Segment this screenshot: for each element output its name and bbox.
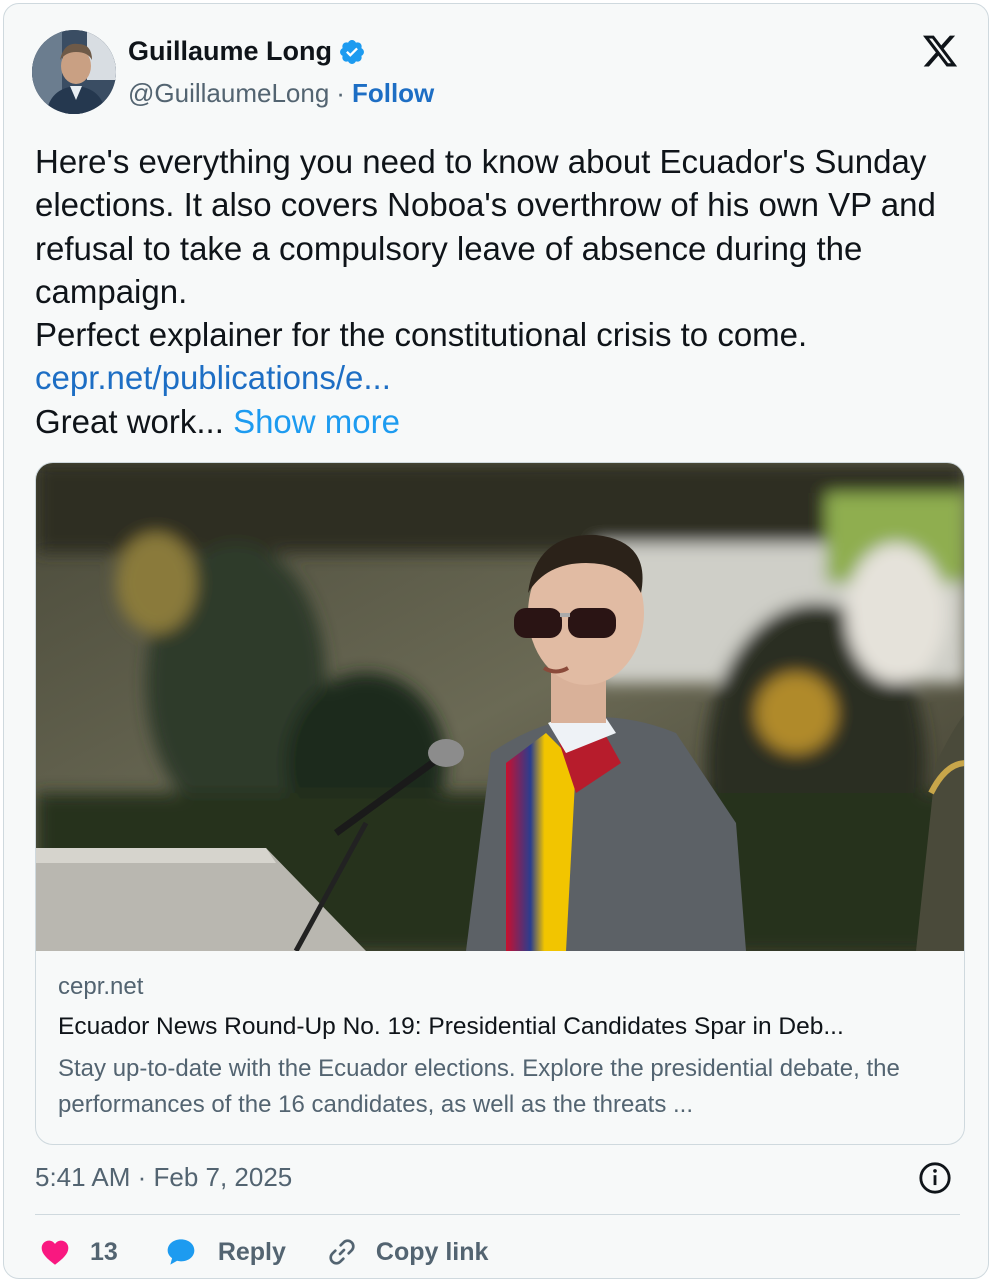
tweet-timestamp[interactable]: 5:41 AM · Feb 7, 2025 bbox=[35, 1162, 292, 1193]
info-icon[interactable] bbox=[918, 1161, 952, 1195]
heart-icon bbox=[41, 1240, 69, 1265]
tweet-link[interactable]: cepr.net/publications/e... bbox=[35, 359, 391, 396]
tweet-actions: 13 Reply Copy link bbox=[38, 1230, 488, 1274]
tweet-header: Guillaume Long @GuillaumeLong · Follow bbox=[32, 30, 960, 120]
verified-badge-icon bbox=[340, 39, 364, 64]
tweet-embed-card: Guillaume Long @GuillaumeLong · Follow H… bbox=[3, 3, 989, 1279]
link-preview-card[interactable]: cepr.net Ecuador News Round-Up No. 19: P… bbox=[35, 462, 965, 1145]
tweet-body: Here's everything you need to know about… bbox=[35, 143, 936, 354]
author-avatar[interactable] bbox=[32, 30, 116, 114]
separator-dot: · bbox=[336, 78, 345, 108]
tweet-trailing-text: Great work... bbox=[35, 402, 224, 440]
link-preview-image[interactable] bbox=[36, 463, 965, 951]
divider bbox=[35, 1214, 960, 1215]
show-more-link[interactable]: Show more bbox=[233, 403, 400, 440]
link-domain: cepr.net bbox=[58, 973, 144, 1000]
link-chain-icon bbox=[329, 1239, 355, 1265]
link-title[interactable]: Ecuador News Round-Up No. 19: Presidenti… bbox=[58, 1013, 942, 1041]
speech-bubble-icon bbox=[167, 1239, 195, 1265]
author-name-row: Guillaume Long bbox=[128, 36, 366, 67]
copy-link-label: Copy link bbox=[375, 1237, 489, 1266]
author-handle[interactable]: @GuillaumeLong bbox=[128, 78, 329, 109]
tweet-text: Here's everything you need to know about… bbox=[35, 140, 965, 443]
x-logo-icon[interactable] bbox=[920, 32, 960, 70]
like-count: 13 bbox=[90, 1237, 118, 1266]
reply-label: Reply bbox=[217, 1237, 286, 1266]
copy-link-button[interactable]: Copy link bbox=[326, 1236, 489, 1268]
like-button[interactable]: 13 bbox=[38, 1236, 118, 1268]
follow-button[interactable]: Follow bbox=[352, 78, 434, 109]
link-card-meta: cepr.net Ecuador News Round-Up No. 19: P… bbox=[58, 973, 942, 1123]
author-name[interactable]: Guillaume Long bbox=[128, 36, 332, 67]
link-description: Stay up-to-date with the Ecuador electio… bbox=[58, 1055, 900, 1118]
author-handle-row: @GuillaumeLong · Follow bbox=[128, 78, 434, 109]
reply-button[interactable]: Reply bbox=[164, 1236, 286, 1268]
